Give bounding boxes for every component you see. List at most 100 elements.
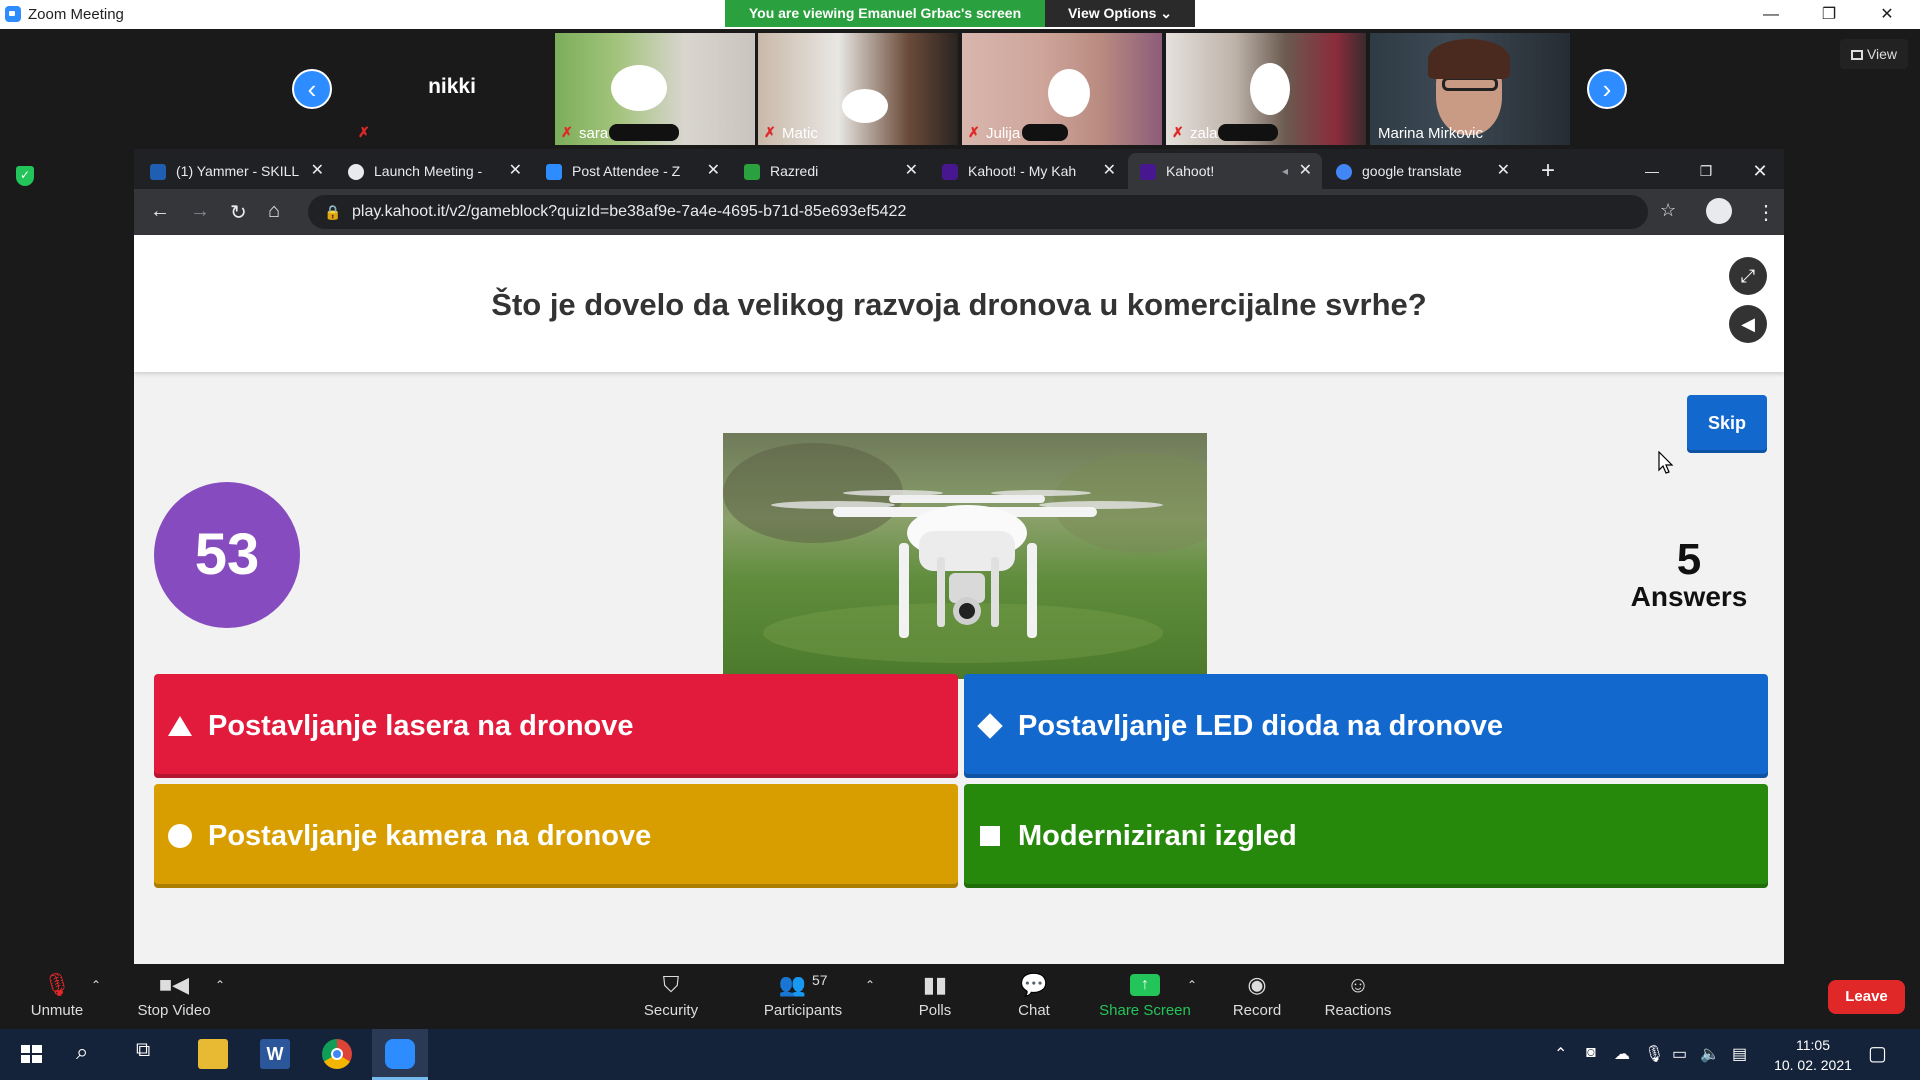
chrome-icon[interactable]	[322, 1039, 352, 1069]
tab-razredi[interactable]: Razredi ✕	[732, 153, 928, 189]
tab-close-icon[interactable]: ✕	[707, 153, 720, 189]
answers-counter: 5 Answers	[1609, 535, 1769, 613]
answer-option-triangle[interactable]: Postavljanje lasera na dronove	[154, 674, 958, 778]
record-button[interactable]: ◉ Record	[1222, 972, 1292, 1019]
home-icon[interactable]: ⌂	[268, 200, 280, 223]
view-options-button[interactable]: View Options ⌄	[1045, 0, 1195, 27]
chat-button[interactable]: 💬 Chat	[1004, 972, 1064, 1019]
minimize-button[interactable]: —	[1742, 0, 1800, 29]
reactions-button[interactable]: ☺ Reactions	[1318, 972, 1398, 1019]
stop-video-button[interactable]: ■◀ Stop Video	[132, 972, 216, 1019]
tray-chevron-icon[interactable]: ⌃	[1554, 1044, 1567, 1064]
participants-options-caret[interactable]: ⌃	[862, 978, 878, 992]
tab-post-attendee[interactable]: Post Attendee - Z ✕	[534, 153, 730, 189]
shield-icon: ⛉	[662, 972, 680, 997]
tab-yammer[interactable]: (1) Yammer - SKILL ✕	[138, 153, 334, 189]
tab-close-icon[interactable]: ✕	[1299, 153, 1312, 189]
record-icon: ◉	[1247, 972, 1267, 997]
file-explorer-icon[interactable]	[198, 1039, 228, 1069]
bookmark-star-icon[interactable]: ☆	[1660, 200, 1676, 221]
reload-icon[interactable]: ↻	[230, 200, 247, 225]
diamond-icon	[977, 713, 1003, 739]
skip-button[interactable]: Skip	[1687, 395, 1767, 453]
gallery-prev-button[interactable]: ‹	[292, 69, 332, 109]
answer-option-diamond[interactable]: Postavljanje LED dioda na dronove	[964, 674, 1768, 778]
leave-button[interactable]: Leave	[1828, 980, 1905, 1014]
tab-close-icon[interactable]: ✕	[905, 153, 918, 189]
zoom-app-icon	[385, 1039, 415, 1069]
volume-tray-icon[interactable]: 🔈	[1700, 1044, 1720, 1064]
task-view-icon[interactable]: ⧉	[136, 1039, 166, 1069]
word-icon[interactable]: W	[260, 1039, 290, 1069]
participant-tile[interactable]: ✗ Julija	[962, 33, 1162, 145]
unmute-button[interactable]: 🎙 Unmute	[22, 972, 92, 1019]
participant-tile[interactable]: ✗ zala	[1166, 33, 1366, 145]
tab-label: (1) Yammer - SKILL	[176, 163, 300, 179]
triangle-icon	[168, 716, 192, 736]
polls-button[interactable]: ▮▮ Polls	[904, 972, 966, 1019]
meeting-tray-icon[interactable]: ◙	[1586, 1044, 1596, 1062]
system-clock[interactable]: 11:05 10. 02. 2021	[1768, 1035, 1858, 1075]
globe-icon	[348, 164, 364, 181]
tab-close-icon[interactable]: ✕	[1103, 153, 1116, 189]
participant-tile[interactable]: ✗ sara	[555, 33, 755, 145]
participant-tile[interactable]: ✗ Matic	[758, 33, 958, 145]
title-bar: Zoom Meeting You are viewing Emanuel Grb…	[0, 0, 1920, 29]
smiley-icon: ☺	[1346, 972, 1370, 997]
url-input[interactable]: 🔒 play.kahoot.it/v2/gameblock?quizId=be3…	[308, 195, 1648, 229]
gallery-next-button[interactable]: ›	[1587, 69, 1627, 109]
tab-close-icon[interactable]: ✕	[1497, 153, 1510, 189]
face-blur	[611, 65, 667, 111]
share-screen-button[interactable]: ↑ Share Screen	[1092, 972, 1198, 1019]
zoom-window: Zoom Meeting You are viewing Emanuel Grb…	[0, 0, 1920, 1080]
yammer-icon	[150, 164, 166, 181]
record-label: Record	[1232, 1002, 1282, 1019]
browser-minimize-button[interactable]: —	[1632, 153, 1672, 189]
zoom-taskbar-item[interactable]	[372, 1029, 428, 1080]
name-redaction	[609, 124, 679, 141]
new-tab-button[interactable]: +	[1530, 153, 1566, 189]
participant-name: zala	[1190, 125, 1218, 142]
microphone-icon[interactable]: 🎙	[1644, 1044, 1664, 1064]
participants-button[interactable]: 👥 57 Participants	[756, 972, 850, 1019]
participant-tile[interactable]: nikki ✗	[352, 33, 552, 145]
mic-muted-icon: ✗	[1172, 124, 1184, 140]
profile-avatar[interactable]	[1706, 198, 1732, 224]
forward-arrow-icon[interactable]: →	[190, 200, 210, 223]
security-button[interactable]: ⛉ Security	[636, 972, 706, 1019]
participant-name: Julija	[986, 125, 1021, 142]
notification-icon[interactable]: ▢	[1868, 1041, 1887, 1066]
video-options-caret[interactable]: ⌃	[212, 978, 228, 992]
audio-options-caret[interactable]: ⌃	[88, 978, 104, 992]
close-button[interactable]: ✕	[1858, 0, 1916, 29]
browser-restore-button[interactable]: ❐	[1686, 153, 1726, 189]
tab-kahoot-active[interactable]: Kahoot! ◂ ✕	[1128, 153, 1322, 189]
face-blur	[842, 89, 888, 123]
back-arrow-icon[interactable]: ←	[150, 200, 170, 223]
windows-start-icon[interactable]	[16, 1039, 46, 1069]
share-options-caret[interactable]: ⌃	[1184, 978, 1200, 992]
volume-icon[interactable]: ◀	[1729, 305, 1767, 343]
network-icon[interactable]: ▤	[1732, 1044, 1747, 1064]
answer-option-square[interactable]: Modernizirani izgled	[964, 784, 1768, 888]
fullscreen-icon[interactable]: ⤢	[1729, 257, 1767, 295]
tab-close-icon[interactable]: ✕	[509, 153, 522, 189]
tab-kahoot-my[interactable]: Kahoot! - My Kah ✕	[930, 153, 1126, 189]
menu-kebab-icon[interactable]: ⋮	[1756, 200, 1776, 225]
tab-close-icon[interactable]: ✕	[311, 153, 324, 189]
view-button[interactable]: View	[1840, 39, 1908, 69]
cloud-icon[interactable]: ☁	[1614, 1044, 1630, 1064]
mouse-cursor	[1658, 451, 1674, 474]
participant-tile[interactable]: Marina Mirkovic	[1370, 33, 1570, 145]
tab-label: google translate	[1362, 163, 1462, 179]
battery-icon[interactable]: ▭	[1672, 1044, 1687, 1064]
search-icon[interactable]: ⌕	[76, 1039, 106, 1069]
answer-option-circle[interactable]: Postavljanje kamera na dronove	[154, 784, 958, 888]
browser-close-button[interactable]: ✕	[1740, 153, 1780, 189]
restore-button[interactable]: ❐	[1800, 0, 1858, 29]
tab-google-translate[interactable]: google translate ✕	[1324, 153, 1520, 189]
tab-launch-meeting[interactable]: Launch Meeting - ✕	[336, 153, 532, 189]
kahoot-icon	[942, 164, 958, 181]
mic-muted-icon: 🎙	[43, 972, 71, 997]
answers-count-label: Answers	[1630, 581, 1748, 612]
